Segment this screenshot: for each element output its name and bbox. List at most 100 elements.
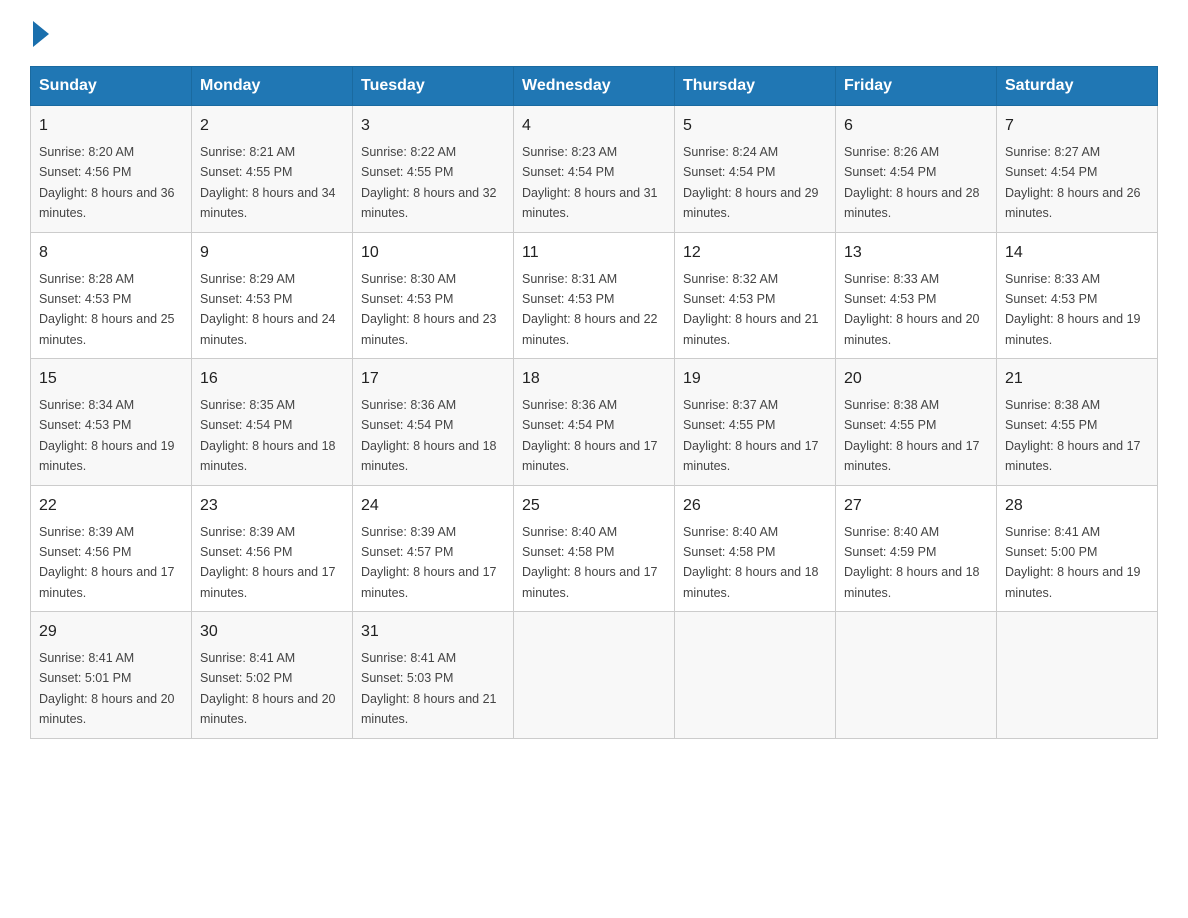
day-number: 5 <box>683 114 827 138</box>
calendar-cell <box>675 612 836 739</box>
calendar-cell: 18 Sunrise: 8:36 AMSunset: 4:54 PMDayligh… <box>514 359 675 486</box>
day-number: 2 <box>200 114 344 138</box>
calendar-cell: 10 Sunrise: 8:30 AMSunset: 4:53 PMDayligh… <box>353 232 514 359</box>
day-info: Sunrise: 8:26 AMSunset: 4:54 PMDaylight:… <box>844 145 980 220</box>
day-number: 29 <box>39 620 183 644</box>
day-info: Sunrise: 8:27 AMSunset: 4:54 PMDaylight:… <box>1005 145 1141 220</box>
day-number: 6 <box>844 114 988 138</box>
weekday-header-sunday: Sunday <box>31 67 192 106</box>
day-number: 22 <box>39 494 183 518</box>
day-number: 31 <box>361 620 505 644</box>
day-info: Sunrise: 8:20 AMSunset: 4:56 PMDaylight:… <box>39 145 175 220</box>
calendar-cell: 17Sunrise: 8:36 AMSunset: 4:54 PMDayligh… <box>353 359 514 486</box>
calendar-table: SundayMondayTuesdayWednesdayThursdayFrid… <box>30 66 1158 739</box>
day-info: Sunrise: 8:40 AMSunset: 4:58 PMDaylight:… <box>683 525 819 600</box>
day-number: 14 <box>1005 241 1149 265</box>
calendar-cell <box>514 612 675 739</box>
day-number: 21 <box>1005 367 1149 391</box>
day-number: 27 <box>844 494 988 518</box>
calendar-cell: 3Sunrise: 8:22 AMSunset: 4:55 PMDaylight… <box>353 106 514 233</box>
day-info: Sunrise: 8:41 AMSunset: 5:00 PMDaylight:… <box>1005 525 1141 600</box>
day-number: 12 <box>683 241 827 265</box>
calendar-cell: 31 Sunrise: 8:41 AMSunset: 5:03 PMDayligh… <box>353 612 514 739</box>
day-number: 9 <box>200 241 344 265</box>
calendar-week-row: 22 Sunrise: 8:39 AMSunset: 4:56 PMDayligh… <box>31 485 1158 612</box>
calendar-cell: 24 Sunrise: 8:39 AMSunset: 4:57 PMDayligh… <box>353 485 514 612</box>
day-number: 18 <box>522 367 666 391</box>
calendar-week-row: 29 Sunrise: 8:41 AMSunset: 5:01 PMDayligh… <box>31 612 1158 739</box>
weekday-header-friday: Friday <box>836 67 997 106</box>
day-info: Sunrise: 8:23 AMSunset: 4:54 PMDaylight:… <box>522 145 658 220</box>
day-number: 17 <box>361 367 505 391</box>
day-info: Sunrise: 8:33 AMSunset: 4:53 PMDaylight:… <box>844 272 980 347</box>
day-number: 13 <box>844 241 988 265</box>
calendar-cell <box>836 612 997 739</box>
calendar-cell <box>997 612 1158 739</box>
weekday-header-row: SundayMondayTuesdayWednesdayThursdayFrid… <box>31 67 1158 106</box>
day-number: 10 <box>361 241 505 265</box>
logo-chevron-icon <box>33 21 49 47</box>
day-number: 1 <box>39 114 183 138</box>
day-info: Sunrise: 8:21 AMSunset: 4:55 PMDaylight:… <box>200 145 336 220</box>
day-number: 4 <box>522 114 666 138</box>
day-number: 25 <box>522 494 666 518</box>
calendar-cell: 26 Sunrise: 8:40 AMSunset: 4:58 PMDayligh… <box>675 485 836 612</box>
calendar-cell: 6 Sunrise: 8:26 AMSunset: 4:54 PMDaylight… <box>836 106 997 233</box>
calendar-cell: 13 Sunrise: 8:33 AMSunset: 4:53 PMDayligh… <box>836 232 997 359</box>
day-info: Sunrise: 8:39 AMSunset: 4:56 PMDaylight:… <box>39 525 175 600</box>
day-info: Sunrise: 8:39 AMSunset: 4:57 PMDaylight:… <box>361 525 497 600</box>
calendar-cell: 12Sunrise: 8:32 AMSunset: 4:53 PMDayligh… <box>675 232 836 359</box>
day-number: 28 <box>1005 494 1149 518</box>
calendar-cell: 30 Sunrise: 8:41 AMSunset: 5:02 PMDayligh… <box>192 612 353 739</box>
calendar-cell: 25 Sunrise: 8:40 AMSunset: 4:58 PMDayligh… <box>514 485 675 612</box>
day-info: Sunrise: 8:35 AMSunset: 4:54 PMDaylight:… <box>200 398 336 473</box>
day-info: Sunrise: 8:31 AMSunset: 4:53 PMDaylight:… <box>522 272 658 347</box>
page-header <box>30 20 1158 46</box>
day-info: Sunrise: 8:30 AMSunset: 4:53 PMDaylight:… <box>361 272 497 347</box>
day-info: Sunrise: 8:24 AMSunset: 4:54 PMDaylight:… <box>683 145 819 220</box>
day-info: Sunrise: 8:41 AMSunset: 5:03 PMDaylight:… <box>361 651 497 726</box>
day-number: 3 <box>361 114 505 138</box>
calendar-cell: 9 Sunrise: 8:29 AMSunset: 4:53 PMDaylight… <box>192 232 353 359</box>
calendar-cell: 7 Sunrise: 8:27 AMSunset: 4:54 PMDaylight… <box>997 106 1158 233</box>
calendar-cell: 23Sunrise: 8:39 AMSunset: 4:56 PMDayligh… <box>192 485 353 612</box>
calendar-cell: 16 Sunrise: 8:35 AMSunset: 4:54 PMDayligh… <box>192 359 353 486</box>
calendar-cell: 5 Sunrise: 8:24 AMSunset: 4:54 PMDaylight… <box>675 106 836 233</box>
day-info: Sunrise: 8:38 AMSunset: 4:55 PMDaylight:… <box>1005 398 1141 473</box>
calendar-cell: 2 Sunrise: 8:21 AMSunset: 4:55 PMDaylight… <box>192 106 353 233</box>
day-number: 24 <box>361 494 505 518</box>
day-number: 26 <box>683 494 827 518</box>
day-info: Sunrise: 8:41 AMSunset: 5:02 PMDaylight:… <box>200 651 336 726</box>
day-number: 7 <box>1005 114 1149 138</box>
day-info: Sunrise: 8:29 AMSunset: 4:53 PMDaylight:… <box>200 272 336 347</box>
day-number: 30 <box>200 620 344 644</box>
day-info: Sunrise: 8:33 AMSunset: 4:53 PMDaylight:… <box>1005 272 1141 347</box>
calendar-week-row: 1 Sunrise: 8:20 AMSunset: 4:56 PMDaylight… <box>31 106 1158 233</box>
day-number: 19 <box>683 367 827 391</box>
calendar-week-row: 8 Sunrise: 8:28 AMSunset: 4:53 PMDaylight… <box>31 232 1158 359</box>
calendar-week-row: 15 Sunrise: 8:34 AMSunset: 4:53 PMDayligh… <box>31 359 1158 486</box>
calendar-cell: 22 Sunrise: 8:39 AMSunset: 4:56 PMDayligh… <box>31 485 192 612</box>
calendar-cell: 28 Sunrise: 8:41 AMSunset: 5:00 PMDayligh… <box>997 485 1158 612</box>
day-number: 15 <box>39 367 183 391</box>
weekday-header-tuesday: Tuesday <box>353 67 514 106</box>
day-info: Sunrise: 8:37 AMSunset: 4:55 PMDaylight:… <box>683 398 819 473</box>
day-info: Sunrise: 8:40 AMSunset: 4:58 PMDaylight:… <box>522 525 658 600</box>
day-info: Sunrise: 8:28 AMSunset: 4:53 PMDaylight:… <box>39 272 175 347</box>
day-number: 20 <box>844 367 988 391</box>
day-info: Sunrise: 8:41 AMSunset: 5:01 PMDaylight:… <box>39 651 175 726</box>
day-number: 16 <box>200 367 344 391</box>
day-info: Sunrise: 8:36 AMSunset: 4:54 PMDaylight:… <box>522 398 658 473</box>
day-number: 8 <box>39 241 183 265</box>
calendar-cell: 15 Sunrise: 8:34 AMSunset: 4:53 PMDayligh… <box>31 359 192 486</box>
calendar-cell: 11 Sunrise: 8:31 AMSunset: 4:53 PMDayligh… <box>514 232 675 359</box>
day-info: Sunrise: 8:40 AMSunset: 4:59 PMDaylight:… <box>844 525 980 600</box>
weekday-header-thursday: Thursday <box>675 67 836 106</box>
calendar-cell: 27 Sunrise: 8:40 AMSunset: 4:59 PMDayligh… <box>836 485 997 612</box>
day-number: 11 <box>522 241 666 265</box>
day-info: Sunrise: 8:34 AMSunset: 4:53 PMDaylight:… <box>39 398 175 473</box>
day-info: Sunrise: 8:39 AMSunset: 4:56 PMDaylight:… <box>200 525 336 600</box>
calendar-cell: 20Sunrise: 8:38 AMSunset: 4:55 PMDayligh… <box>836 359 997 486</box>
calendar-cell: 4 Sunrise: 8:23 AMSunset: 4:54 PMDaylight… <box>514 106 675 233</box>
weekday-header-saturday: Saturday <box>997 67 1158 106</box>
